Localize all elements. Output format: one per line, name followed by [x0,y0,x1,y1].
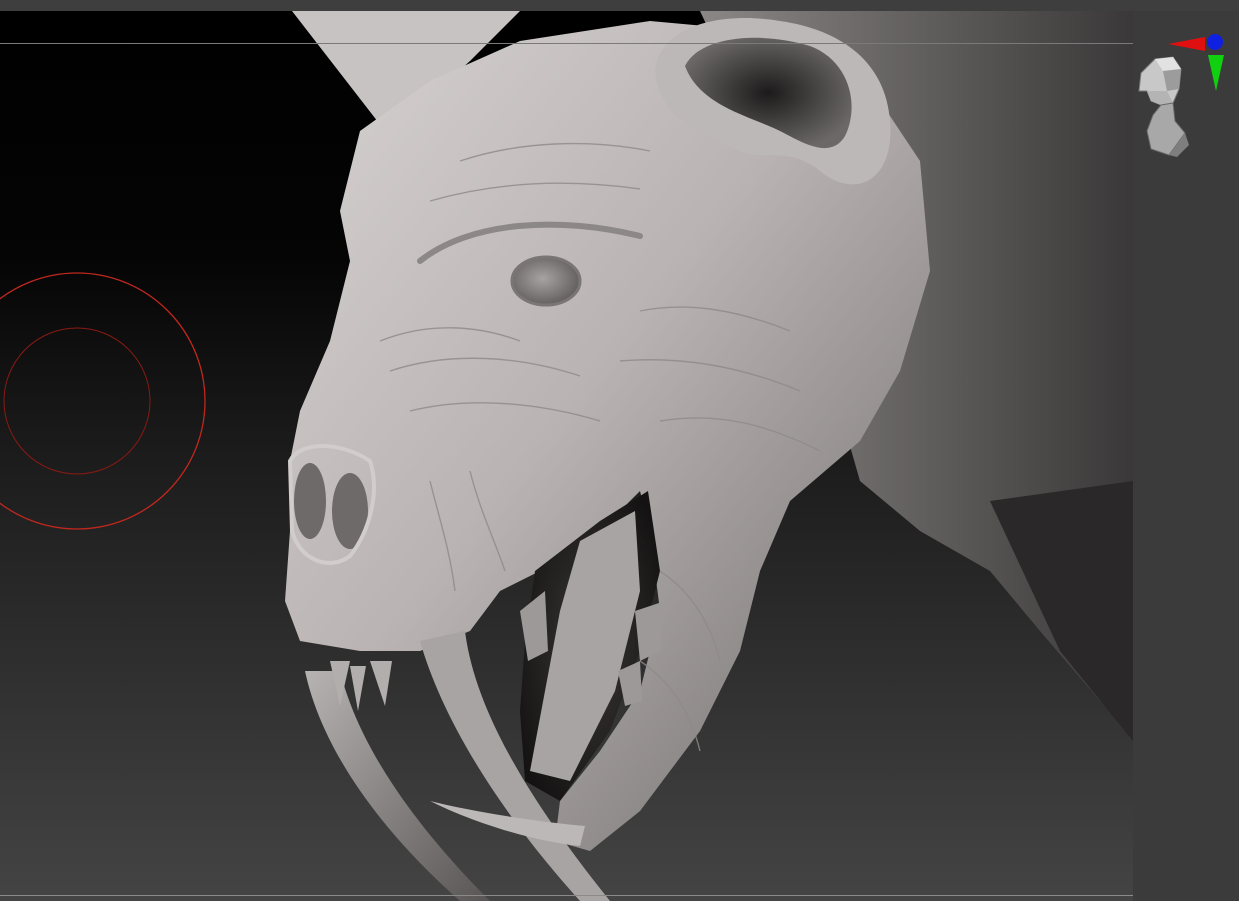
neck-lower [990,481,1133,741]
eye [510,255,582,307]
axis-z-dot [1207,34,1223,50]
right-shelf [1133,11,1239,901]
zbrush-app [0,0,1239,901]
bust-model [1138,56,1189,157]
sculpt-model[interactable] [0,11,1133,901]
axis-y-arrow [1208,55,1224,91]
canvas-guide-top [0,43,1133,44]
top-toolbar-strip [0,0,1239,11]
axis-x-arrow [1168,37,1205,51]
nostril-left [294,463,326,539]
canvas-viewport[interactable] [0,11,1133,901]
head-orientation-icon[interactable] [1133,11,1239,161]
brush-cursor-outer [0,272,206,530]
canvas-guide-bottom [0,895,1133,896]
brush-cursor-inner [3,327,151,475]
